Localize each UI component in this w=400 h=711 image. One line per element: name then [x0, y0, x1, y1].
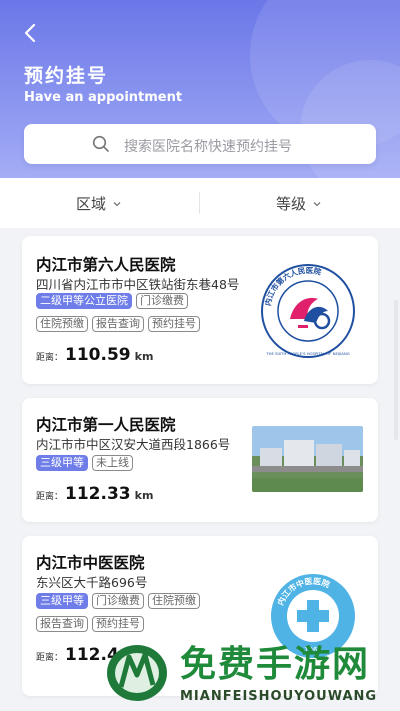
distance-unit: km [134, 489, 154, 502]
scrollbar[interactable] [394, 300, 398, 440]
page-subtitle: Have an appointment [24, 90, 183, 105]
level-badge: 二级甲等公立医院 [36, 293, 132, 309]
service-tag: 门诊缴费 [136, 293, 188, 309]
hospital-address: 四川省内江市市中区铁站街东巷48号 [36, 277, 240, 292]
hospital-logo: 内江市第六人民医院 THE SIXTH PEOPLE'S HOSPITAL OF… [261, 264, 355, 358]
tag-row: 报告查询 预约挂号 [36, 616, 144, 632]
service-tag: 预约挂号 [148, 316, 200, 332]
service-tag: 报告查询 [92, 316, 144, 332]
distance-label: 距离： [36, 653, 64, 663]
chevron-down-icon [113, 201, 121, 206]
search-placeholder: 搜索医院名称快速预约挂号 [124, 139, 292, 155]
distance-value: 110.59 [65, 345, 131, 365]
hospital-photo [252, 426, 363, 492]
watermark-text: 免费手游网 [180, 644, 371, 685]
distance-label: 距离： [36, 492, 64, 502]
area-filter-dropdown[interactable]: 区域 [76, 193, 122, 214]
distance-readout: 距离： 110.59 km [36, 345, 153, 365]
watermark-subtext: MIANFEISHOUYOUWANG [180, 689, 378, 704]
service-tag: 住院预缴 [148, 593, 200, 609]
distance-value: 112.33 [65, 484, 131, 504]
hospital-card[interactable]: 内江市第一人民医院 内江市市中区汉安大道西段1866号 三级甲等 未上线 距离：… [22, 398, 378, 522]
search-input[interactable]: 搜索医院名称快速预约挂号 [24, 124, 376, 164]
logo-english-text: THE SIXTH PEOPLE'S HOSPITAL OF NEIJIANG [265, 351, 349, 356]
hospital-address: 东兴区大千路696号 [36, 575, 148, 590]
distance-readout: 距离： 112.33 km [36, 484, 153, 504]
distance-unit: km [134, 350, 154, 363]
level-filter-label: 等级 [276, 195, 307, 213]
hospital-name: 内江市中医医院 [36, 554, 145, 572]
service-tag: 报告查询 [36, 616, 88, 632]
watermark-logo-icon [107, 645, 167, 701]
filter-divider [199, 192, 200, 214]
service-tag: 预约挂号 [92, 616, 144, 632]
tag-row: 住院预缴 报告查询 预约挂号 [36, 316, 200, 332]
level-badge: 三级甲等 [36, 593, 88, 609]
service-tag: 未上线 [92, 455, 133, 471]
hospital-address: 内江市市中区汉安大道西段1866号 [36, 437, 231, 452]
area-filter-label: 区域 [76, 195, 107, 213]
page-header: 预约挂号 Have an appointment 搜索医院名称快速预约挂号 [0, 0, 400, 178]
tag-row: 三级甲等 未上线 [36, 455, 133, 471]
page-title: 预约挂号 [24, 65, 109, 87]
level-filter-dropdown[interactable]: 等级 [276, 193, 322, 214]
filter-bar: 区域 等级 [0, 178, 400, 228]
hospital-card[interactable]: 内江市第六人民医院 四川省内江市市中区铁站街东巷48号 二级甲等公立医院 门诊缴… [22, 236, 378, 384]
watermark: 免费手游网 MIANFEISHOUYOUWANG [100, 635, 400, 711]
chevron-left-icon [24, 23, 36, 43]
service-tag: 门诊缴费 [92, 593, 144, 609]
search-icon [92, 135, 109, 152]
back-button[interactable] [16, 18, 46, 48]
chevron-down-icon [313, 201, 321, 206]
tag-row: 三级甲等 门诊缴费 住院预缴 [36, 593, 200, 609]
service-tag: 住院预缴 [36, 316, 88, 332]
distance-label: 距离： [36, 353, 64, 363]
hospital-name: 内江市第一人民医院 [36, 416, 176, 434]
hospital-name: 内江市第六人民医院 [36, 256, 176, 274]
tag-row: 二级甲等公立医院 门诊缴费 [36, 293, 188, 309]
level-badge: 三级甲等 [36, 455, 88, 471]
